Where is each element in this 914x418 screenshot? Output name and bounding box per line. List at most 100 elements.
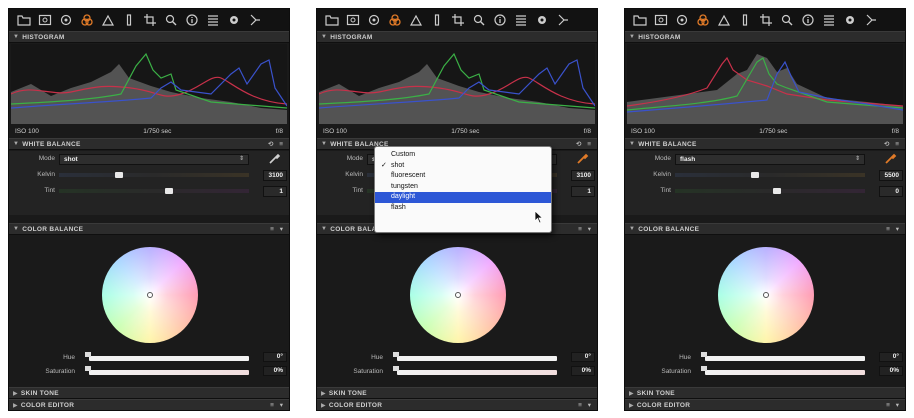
mode-select[interactable]: shot ⇕	[59, 154, 249, 165]
saturation-slider[interactable]	[89, 370, 249, 375]
cb-header-controls[interactable]: ≡ ▾	[578, 225, 593, 233]
hue-value[interactable]: 0°	[263, 352, 287, 362]
skin-tone-header[interactable]: ▶ SKIN TONE	[625, 387, 905, 399]
crop-icon[interactable]	[757, 12, 774, 29]
menu-item-fluorescent[interactable]: fluorescent	[375, 171, 551, 182]
export-icon[interactable]	[554, 12, 571, 29]
export-icon[interactable]	[862, 12, 879, 29]
white-balance-header[interactable]: ▼ WHITE BALANCE ⟲ ≡	[9, 138, 289, 150]
skin-tone-header[interactable]: ▶ SKIN TONE	[317, 387, 597, 399]
tint-slider-handle[interactable]	[165, 188, 173, 194]
cb-header-controls[interactable]: ≡ ▾	[886, 225, 901, 233]
export-icon[interactable]	[246, 12, 263, 29]
kelvin-slider-handle[interactable]	[115, 172, 123, 178]
kelvin-value[interactable]: 3100	[263, 170, 287, 181]
magnifier-icon[interactable]	[57, 12, 74, 29]
color-wheel-handle[interactable]	[147, 292, 153, 298]
mode-select[interactable]: flash ⇕	[675, 154, 865, 165]
histogram-header[interactable]: ▼ HISTOGRAM	[9, 31, 289, 43]
list-icon[interactable]	[204, 12, 221, 29]
color-wheel-handle[interactable]	[455, 292, 461, 298]
kelvin-value[interactable]: 3100	[571, 170, 595, 181]
saturation-slider[interactable]	[397, 370, 557, 375]
color-wheel-handle[interactable]	[763, 292, 769, 298]
hue-slider[interactable]	[705, 356, 865, 361]
hue-slider[interactable]	[89, 356, 249, 361]
color-editor-header[interactable]: ▶ COLOR EDITOR ≡ ▾	[9, 399, 289, 410]
crop-icon[interactable]	[141, 12, 158, 29]
hue-value[interactable]: 0°	[879, 352, 903, 362]
hue-slider-handle[interactable]	[85, 352, 91, 357]
list-icon[interactable]	[512, 12, 529, 29]
settings-icon[interactable]	[225, 12, 242, 29]
tint-value[interactable]: 0	[879, 186, 903, 197]
info-icon[interactable]	[799, 12, 816, 29]
saturation-value[interactable]: 0%	[879, 366, 903, 376]
folder-icon[interactable]	[15, 12, 32, 29]
kelvin-slider[interactable]	[675, 173, 865, 177]
folder-icon[interactable]	[323, 12, 340, 29]
saturation-slider-handle[interactable]	[85, 366, 91, 371]
color-wheel[interactable]	[718, 247, 814, 343]
ce-header-controls[interactable]: ≡ ▾	[270, 401, 285, 409]
saturation-slider[interactable]	[705, 370, 865, 375]
exposure-icon[interactable]	[99, 12, 116, 29]
color-icon[interactable]	[78, 12, 95, 29]
eyedropper-icon[interactable]	[575, 152, 589, 166]
ce-header-controls[interactable]: ≡ ▾	[886, 401, 901, 409]
lens-icon[interactable]	[428, 12, 445, 29]
tint-value[interactable]: 1	[263, 186, 287, 197]
menu-item-tungsten[interactable]: tungsten	[375, 182, 551, 193]
menu-item-custom[interactable]: Custom	[375, 150, 551, 161]
exposure-icon[interactable]	[715, 12, 732, 29]
magnifier-icon[interactable]	[365, 12, 382, 29]
kelvin-value[interactable]: 5500	[879, 170, 903, 181]
skin-tone-header[interactable]: ▶ SKIN TONE	[9, 387, 289, 399]
search-icon[interactable]	[470, 12, 487, 29]
saturation-value[interactable]: 0%	[571, 366, 595, 376]
wb-header-controls[interactable]: ⟲ ≡	[576, 140, 593, 148]
image-icon[interactable]	[652, 12, 669, 29]
tint-slider[interactable]	[675, 189, 865, 193]
menu-item-shot[interactable]: ✓ shot	[375, 161, 551, 172]
info-icon[interactable]	[491, 12, 508, 29]
hue-slider[interactable]	[397, 356, 557, 361]
color-wheel[interactable]	[102, 247, 198, 343]
tint-slider-handle[interactable]	[773, 188, 781, 194]
magnifier-icon[interactable]	[673, 12, 690, 29]
settings-icon[interactable]	[533, 12, 550, 29]
search-icon[interactable]	[162, 12, 179, 29]
color-icon[interactable]	[386, 12, 403, 29]
color-balance-header[interactable]: ▼ COLOR BALANCE ≡ ▾	[625, 223, 905, 235]
histogram-header[interactable]: ▼ HISTOGRAM	[317, 31, 597, 43]
lens-icon[interactable]	[120, 12, 137, 29]
image-icon[interactable]	[344, 12, 361, 29]
kelvin-slider-handle[interactable]	[751, 172, 759, 178]
lens-icon[interactable]	[736, 12, 753, 29]
kelvin-slider[interactable]	[59, 173, 249, 177]
ce-header-controls[interactable]: ≡ ▾	[578, 401, 593, 409]
info-icon[interactable]	[183, 12, 200, 29]
tint-slider[interactable]	[59, 189, 249, 193]
color-editor-header[interactable]: ▶ COLOR EDITOR ≡ ▾	[317, 399, 597, 410]
color-balance-header[interactable]: ▼ COLOR BALANCE ≡ ▾	[9, 223, 289, 235]
color-editor-header[interactable]: ▶ COLOR EDITOR ≡ ▾	[625, 399, 905, 410]
cb-header-controls[interactable]: ≡ ▾	[270, 225, 285, 233]
color-icon[interactable]	[694, 12, 711, 29]
wb-header-controls[interactable]: ⟲ ≡	[884, 140, 901, 148]
tint-value[interactable]: 1	[571, 186, 595, 197]
saturation-value[interactable]: 0%	[263, 366, 287, 376]
image-icon[interactable]	[36, 12, 53, 29]
list-icon[interactable]	[820, 12, 837, 29]
saturation-slider-handle[interactable]	[393, 366, 399, 371]
white-balance-header[interactable]: ▼ WHITE BALANCE ⟲ ≡	[625, 138, 905, 150]
histogram-header[interactable]: ▼ HISTOGRAM	[625, 31, 905, 43]
crop-icon[interactable]	[449, 12, 466, 29]
hue-value[interactable]: 0°	[571, 352, 595, 362]
exposure-icon[interactable]	[407, 12, 424, 29]
color-wheel[interactable]	[410, 247, 506, 343]
wb-header-controls[interactable]: ⟲ ≡	[268, 140, 285, 148]
saturation-slider-handle[interactable]	[701, 366, 707, 371]
folder-icon[interactable]	[631, 12, 648, 29]
hue-slider-handle[interactable]	[701, 352, 707, 357]
